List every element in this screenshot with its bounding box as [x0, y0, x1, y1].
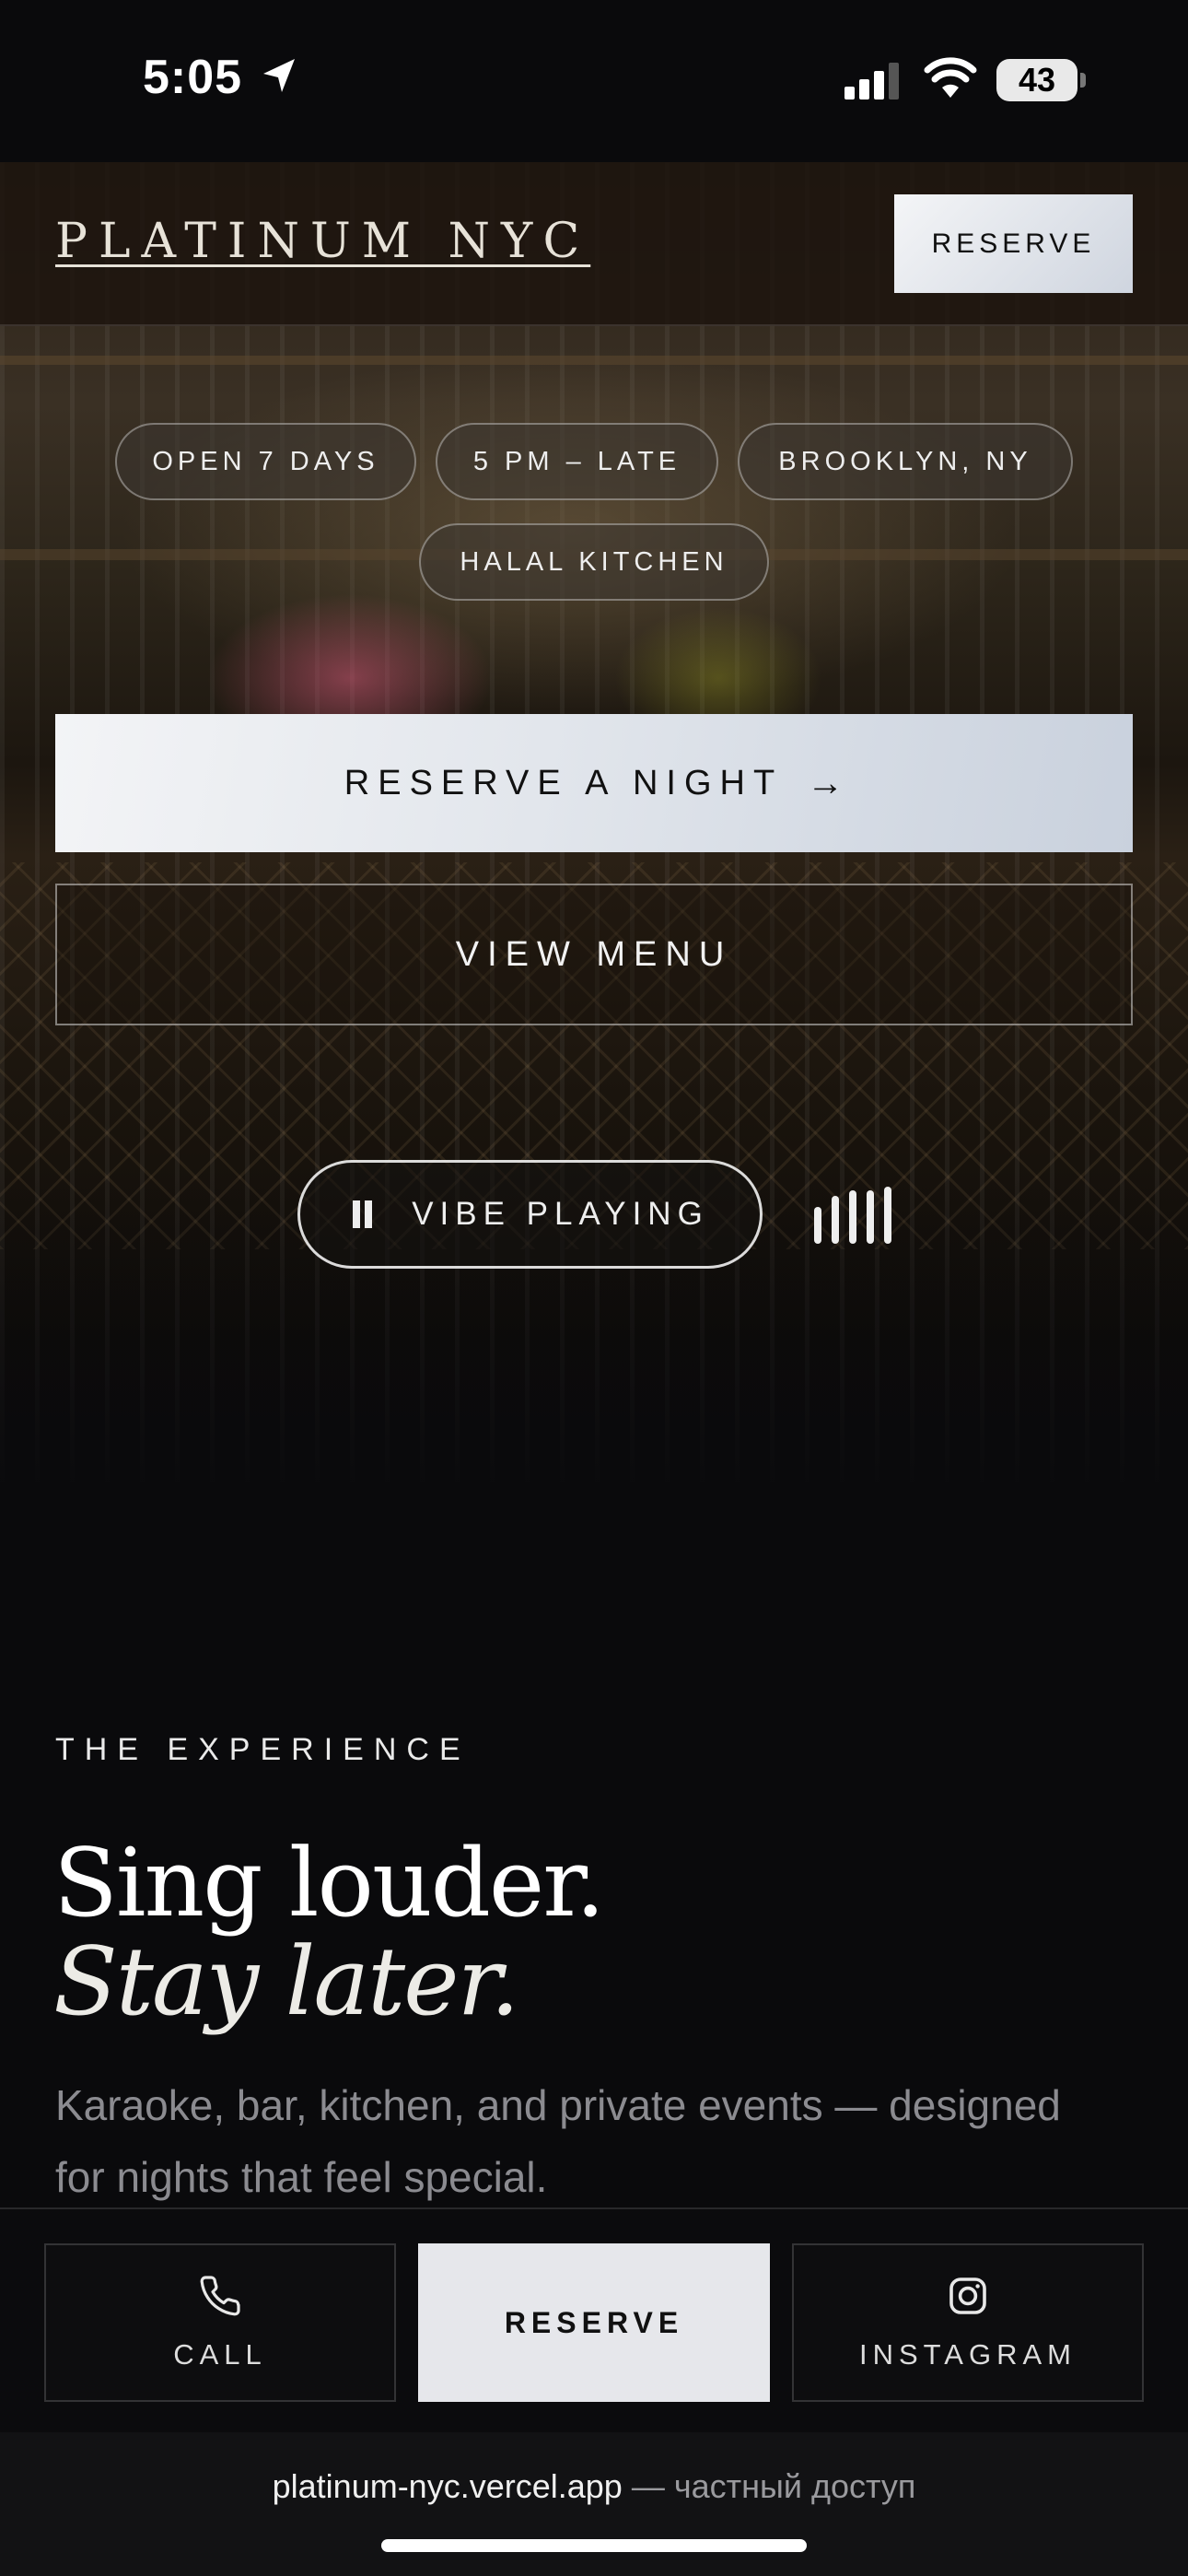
reserve-a-night-label: RESERVE A NIGHT [344, 763, 784, 802]
bottom-reserve-button[interactable]: RESERVE [418, 2243, 770, 2402]
arrow-right-icon: → [807, 762, 844, 803]
phone-icon [200, 2276, 240, 2316]
pill-open-days: OPEN 7 DAYS [115, 423, 416, 500]
battery-level: 43 [996, 59, 1077, 101]
cellular-signal-icon [844, 63, 899, 100]
pill-halal-kitchen: HALAL KITCHEN [419, 523, 769, 601]
pause-icon [351, 1200, 375, 1228]
instagram-icon [949, 2277, 986, 2314]
home-indicator[interactable] [381, 2539, 807, 2552]
instagram-label: INSTAGRAM [859, 2338, 1077, 2371]
brand-logo-link[interactable]: PLATINUM NYC [55, 214, 590, 269]
pill-hours: 5 PM – LATE [436, 423, 718, 500]
location-arrow-icon [263, 59, 295, 92]
pill-location: BROOKLYN, NY [738, 423, 1073, 500]
equalizer-icon [814, 1185, 891, 1244]
experience-description: Karaoke, bar, kitchen, and private event… [55, 2081, 1061, 2201]
view-menu-button[interactable]: VIEW MENU [55, 884, 1133, 1025]
url-access-note: — частный доступ [622, 2467, 916, 2505]
vibe-playing-label: VIBE PLAYING [412, 1196, 709, 1232]
bottom-reserve-label: RESERVE [504, 2305, 684, 2339]
call-label: CALL [173, 2338, 267, 2371]
call-button[interactable]: CALL [44, 2243, 396, 2402]
header-reserve-button[interactable]: RESERVE [894, 194, 1133, 293]
reserve-a-night-button[interactable]: RESERVE A NIGHT → [55, 714, 1133, 852]
url-text[interactable]: platinum-nyc.vercel.app — частный доступ [0, 2467, 1188, 2506]
headline-line-1: Sing louder. [53, 1829, 605, 1938]
status-time: 5:05 [143, 51, 243, 104]
section-label: THE EXPERIENCE [55, 1732, 471, 1767]
vibe-playing-toggle[interactable]: VIBE PLAYING [297, 1160, 763, 1269]
instagram-button[interactable]: INSTAGRAM [792, 2243, 1144, 2402]
wifi-icon [924, 57, 977, 98]
url-domain: platinum-nyc.vercel.app [272, 2467, 623, 2505]
battery-indicator: 43 [996, 59, 1087, 101]
headline-line-2: Stay later. [53, 1927, 519, 2037]
